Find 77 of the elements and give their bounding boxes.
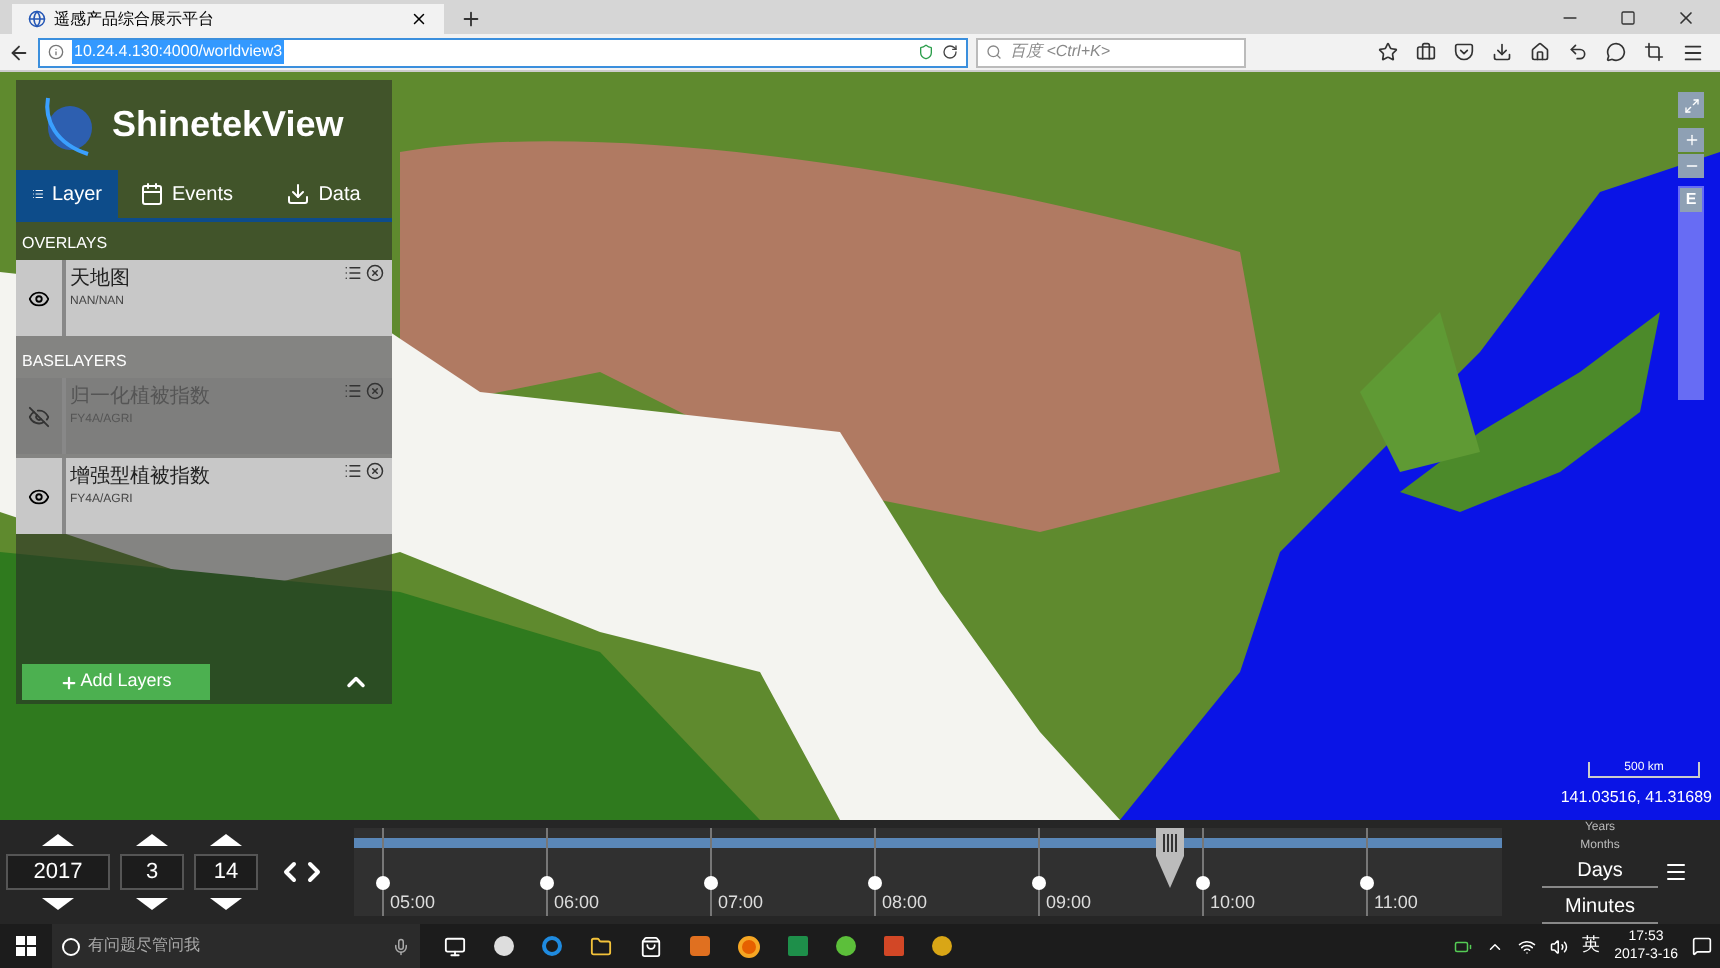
options-icon[interactable]	[344, 382, 362, 400]
panel-tab[interactable]: Layer	[16, 170, 118, 218]
menu-icon[interactable]	[1682, 41, 1704, 63]
home-icon[interactable]	[1530, 42, 1550, 62]
options-icon[interactable]	[344, 462, 362, 480]
calendar-icon	[139, 182, 164, 206]
microphone-icon	[392, 937, 410, 955]
task-view-icon[interactable]	[444, 935, 466, 957]
timeline-thumb[interactable]	[1155, 828, 1184, 888]
plus-icon	[1683, 132, 1699, 148]
panel-tab[interactable]: Data	[255, 170, 392, 218]
remove-icon[interactable]	[366, 382, 384, 400]
close-icon[interactable]	[1676, 8, 1696, 28]
timeline-time-label: 09:00	[1045, 890, 1092, 916]
app-icon[interactable]	[932, 936, 952, 956]
info-icon	[48, 44, 64, 60]
layer-name: 天地图	[70, 265, 132, 294]
increment-arrow-icon[interactable]	[42, 834, 74, 846]
timeline-time-label: 08:00	[882, 890, 928, 916]
shield-icon	[918, 44, 934, 60]
layer-name: 增强型植被指数	[70, 463, 212, 492]
increment-arrow-icon[interactable]	[136, 834, 168, 846]
close-icon[interactable]	[410, 10, 428, 28]
timeline-time-label: 05:00	[390, 890, 436, 916]
remove-icon[interactable]	[366, 462, 384, 480]
eye-icon[interactable]	[28, 485, 50, 507]
input-language-indicator[interactable]: 英	[1582, 932, 1601, 960]
app-title: ShinetekView	[112, 102, 344, 148]
briefcase-icon[interactable]	[1416, 42, 1436, 62]
folder-icon[interactable]	[590, 935, 612, 957]
remove-icon[interactable]	[366, 264, 384, 282]
back-icon[interactable]	[8, 41, 30, 63]
windows-logo-icon[interactable]	[16, 936, 36, 956]
timeline-time-label: 11:00	[1374, 890, 1418, 916]
increment-arrow-icon[interactable]	[210, 834, 242, 846]
options-icon[interactable]	[344, 264, 362, 282]
download-icon[interactable]	[1492, 42, 1512, 62]
section-heading: OVERLAYS	[20, 232, 110, 256]
reload-icon[interactable]	[942, 44, 958, 60]
date-field[interactable]: 14	[194, 854, 258, 890]
decrement-arrow-icon[interactable]	[210, 898, 242, 910]
timeline-track[interactable]: 05:00 06:00 07:00 08:00 09:00 10:00 11:00	[354, 828, 1502, 916]
crop-icon[interactable]	[1644, 42, 1664, 62]
panel-tab[interactable]: Events	[118, 170, 255, 218]
chat-icon[interactable]	[1606, 42, 1626, 62]
round-app-icon[interactable]	[836, 936, 856, 956]
section-heading: BASELAYERS	[20, 350, 129, 374]
notification-icon[interactable]	[1692, 936, 1712, 956]
new-tab-icon[interactable]	[460, 8, 482, 30]
date-field[interactable]: 3	[120, 854, 184, 890]
zoom-level-option[interactable]: Days	[1542, 856, 1658, 888]
date-field[interactable]: 2017	[6, 854, 110, 890]
globe-icon	[28, 10, 46, 28]
timeline-time-label: 06:00	[553, 890, 600, 916]
menu-icon[interactable]	[1664, 860, 1688, 884]
timeline-time-label: 07:00	[717, 890, 764, 916]
eye-icon[interactable]	[28, 287, 50, 309]
plus-icon	[60, 673, 79, 691]
restore-icon[interactable]	[1620, 10, 1636, 26]
timeline-time-label: 10:00	[1210, 890, 1256, 916]
search-field[interactable]: 百度 <Ctrl+K>	[976, 37, 1246, 67]
star-icon[interactable]	[1378, 42, 1398, 62]
battery-icon	[1454, 937, 1473, 955]
undo-icon[interactable]	[1568, 42, 1588, 62]
store-icon[interactable]	[640, 935, 662, 957]
browser-tab[interactable]: 遥感产品综合展示平台	[12, 4, 444, 34]
pocket-icon[interactable]	[1454, 42, 1474, 62]
taskbar-search-field[interactable]: 有问题尽管问我	[52, 924, 420, 968]
cursor-coordinates: 141.03516, 41.31689	[1560, 786, 1712, 810]
eye-off-icon[interactable]	[28, 405, 50, 427]
expand-icon	[1683, 97, 1699, 113]
decrement-arrow-icon[interactable]	[136, 898, 168, 910]
decrement-arrow-icon[interactable]	[42, 898, 74, 910]
volume-icon[interactable]	[1550, 937, 1569, 955]
search-icon	[986, 44, 1002, 60]
network-icon[interactable]	[1518, 937, 1537, 955]
download-icon	[286, 182, 311, 206]
